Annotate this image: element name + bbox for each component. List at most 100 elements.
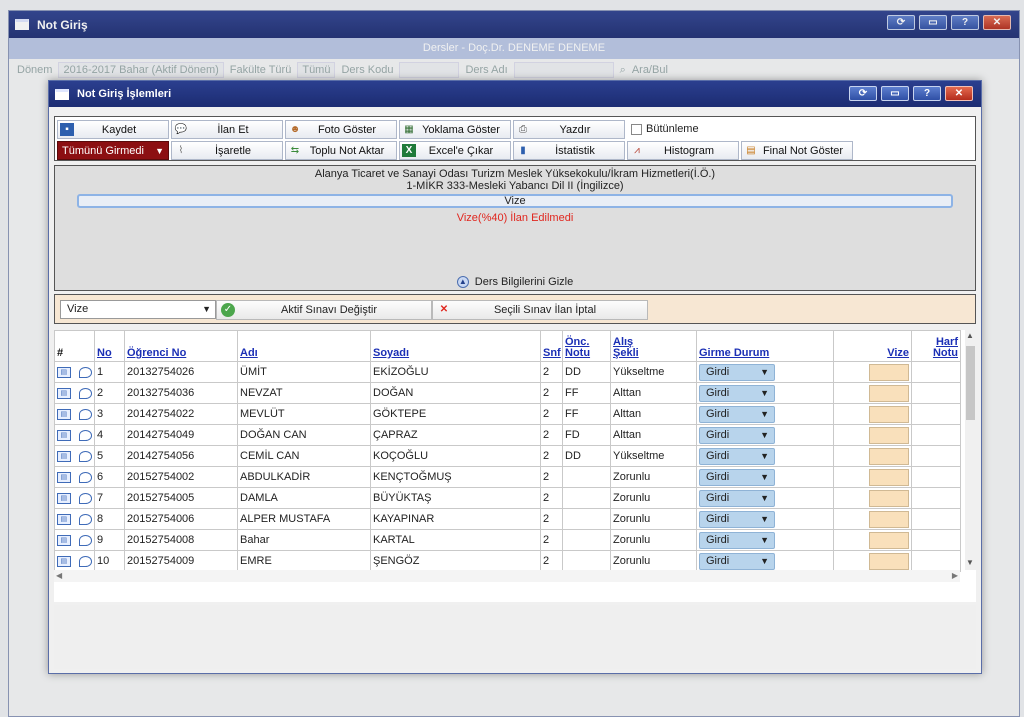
detail-card-icon[interactable]: ▤: [57, 429, 71, 441]
excel-cikar-button[interactable]: X Excel'e Çıkar: [399, 141, 511, 160]
checkbox-box[interactable]: [631, 123, 642, 135]
cell-girme-durum: Girdi ▼: [696, 487, 834, 509]
final-not-goster-button[interactable]: ▤ Final Not Göster: [741, 141, 853, 160]
comment-bubble-icon[interactable]: [78, 471, 92, 483]
exam-select[interactable]: Vize ▼: [60, 300, 216, 319]
cell-harf-notu: [911, 529, 961, 551]
yazdir-button[interactable]: ⎙ Yazdır: [513, 120, 625, 139]
table-row[interactable]: ▤ 9 20152754008 Bahar KARTAL 2 Zorunlu Girdi ▼: [54, 529, 961, 551]
dialog-maximize-button[interactable]: ▭: [881, 86, 909, 101]
butunleme-checkbox[interactable]: Bütünleme: [631, 123, 699, 135]
girme-durum-value: Girdi: [706, 407, 730, 420]
dialog-help-button[interactable]: ?: [913, 86, 941, 101]
vize-input[interactable]: [869, 468, 909, 486]
vize-input[interactable]: [869, 510, 909, 528]
table-row[interactable]: ▤ 10 20152754009 EMRE ŞENGÖZ 2 Zorunlu Girdi ▼: [54, 550, 961, 572]
col-girme-durum[interactable]: Girme Durum: [696, 330, 834, 362]
bar-chart-icon: ▮: [520, 145, 526, 156]
comment-bubble-icon[interactable]: [78, 387, 92, 399]
vize-input[interactable]: [869, 405, 909, 423]
table-row[interactable]: ▤ 5 20142754056 CEMİL CAN KOÇOĞLU 2 DD Yükseltm…: [54, 445, 961, 467]
detail-card-icon[interactable]: ▤: [57, 492, 71, 504]
vertical-scrollbar[interactable]: ▲ ▼: [965, 330, 976, 570]
detail-card-icon[interactable]: ▤: [57, 513, 71, 525]
comment-bubble-icon[interactable]: [78, 534, 92, 546]
table-row[interactable]: ▤ 8 20152754006 ALPER MUSTAFA KAYAPINAR 2 Zoru…: [54, 508, 961, 530]
cell-alis-sekli: Alttan: [610, 424, 697, 446]
document-icon: ▤: [746, 145, 756, 156]
detail-card-icon[interactable]: ▤: [57, 555, 71, 567]
col-onc-notu[interactable]: Önc. Notu: [562, 330, 611, 362]
col-harf-notu[interactable]: Harf Notu: [911, 330, 961, 362]
foto-goster-button[interactable]: ☻ Foto Göster: [285, 120, 397, 139]
col-vize[interactable]: Vize: [833, 330, 912, 362]
scroll-right-icon[interactable]: ▶: [952, 571, 958, 580]
table-row[interactable]: ▤ 2 20132754036 NEVZAT DOĞAN 2 FF Alttan Girdi ▼: [54, 382, 961, 404]
girme-durum-select[interactable]: Girdi ▼: [699, 489, 775, 507]
table-row[interactable]: ▤ 3 20142754022 MEVLÜT GÖKTEPE 2 FF Alttan Girdi…: [54, 403, 961, 425]
cell-girme-durum: Girdi ▼: [696, 529, 834, 551]
chevron-down-icon: ▼: [760, 429, 769, 440]
girme-durum-select[interactable]: Girdi ▼: [699, 405, 775, 423]
comment-bubble-icon[interactable]: [78, 492, 92, 504]
col-snf[interactable]: Snf: [540, 330, 563, 362]
comment-bubble-icon[interactable]: [78, 513, 92, 525]
girme-durum-select[interactable]: Girdi ▼: [699, 468, 775, 486]
detail-card-icon[interactable]: ▤: [57, 450, 71, 462]
detail-card-icon[interactable]: ▤: [57, 408, 71, 420]
vize-input[interactable]: [869, 426, 909, 444]
girme-durum-select[interactable]: Girdi ▼: [699, 510, 775, 528]
scroll-left-icon[interactable]: ◀: [56, 571, 62, 580]
table-row[interactable]: ▤ 1 20132754026 ÜMİT EKİZOĞLU 2 DD Yükseltme Gir…: [54, 361, 961, 383]
vize-input[interactable]: [869, 384, 909, 402]
tumunu-girmedi-select[interactable]: Tümünü Girmedi ▼: [57, 141, 169, 160]
istatistik-button[interactable]: ▮ İstatistik: [513, 141, 625, 160]
detail-card-icon[interactable]: ▤: [57, 534, 71, 546]
comment-bubble-icon[interactable]: [78, 450, 92, 462]
col-ogrenci-no[interactable]: Öğrenci No: [124, 330, 238, 362]
comment-bubble-icon[interactable]: [78, 555, 92, 567]
girme-durum-select[interactable]: Girdi ▼: [699, 426, 775, 444]
row-actions: ▤: [54, 424, 95, 446]
kaydet-button[interactable]: ▪ Kaydet: [57, 120, 169, 139]
cell-harf-notu: [911, 382, 961, 404]
dialog-close-button[interactable]: ✕: [945, 86, 973, 101]
girme-durum-select[interactable]: Girdi ▼: [699, 384, 775, 402]
scroll-down-icon[interactable]: ▼: [966, 558, 974, 567]
table-row[interactable]: ▤ 7 20152754005 DAMLA BÜYÜKTAŞ 2 Zorunlu Girdi ▼: [54, 487, 961, 509]
scroll-thumb[interactable]: [966, 346, 975, 420]
toplu-not-aktar-button[interactable]: ⇆ Toplu Not Aktar: [285, 141, 397, 160]
vize-input[interactable]: [869, 447, 909, 465]
horizontal-scrollbar[interactable]: ◀ ▶: [54, 570, 960, 582]
aktif-sinavi-degistir-button[interactable]: ✓ Aktif Sınavı Değiştir: [216, 300, 432, 320]
vize-input[interactable]: [869, 489, 909, 507]
col-alis-sekli[interactable]: Alış Şekli: [610, 330, 697, 362]
detail-card-icon[interactable]: ▤: [57, 471, 71, 483]
vize-input[interactable]: [869, 363, 909, 381]
isaretle-button[interactable]: ⌇ İşaretle: [171, 141, 283, 160]
table-row[interactable]: ▤ 6 20152754002 ABDULKADİR KENÇTOĞMUŞ 2 Zorunl…: [54, 466, 961, 488]
comment-bubble-icon[interactable]: [78, 429, 92, 441]
vize-input[interactable]: [869, 552, 909, 570]
detail-card-icon[interactable]: ▤: [57, 387, 71, 399]
table-row[interactable]: ▤ 4 20142754049 DOĞAN CAN ÇAPRAZ 2 FD Alttan Gir…: [54, 424, 961, 446]
histogram-button[interactable]: ⩘ Histogram: [627, 141, 739, 160]
vize-input[interactable]: [869, 531, 909, 549]
cell-snf: 2: [540, 529, 563, 551]
col-soyadi[interactable]: Soyadı: [370, 330, 541, 362]
col-no[interactable]: No: [94, 330, 125, 362]
girme-durum-select[interactable]: Girdi ▼: [699, 447, 775, 465]
ilan-et-button[interactable]: 💬 İlan Et: [171, 120, 283, 139]
comment-bubble-icon[interactable]: [78, 366, 92, 378]
girme-durum-select[interactable]: Girdi ▼: [699, 363, 775, 381]
girme-durum-select[interactable]: Girdi ▼: [699, 552, 775, 570]
girme-durum-select[interactable]: Girdi ▼: [699, 531, 775, 549]
hide-course-info-toggle[interactable]: ▲ Ders Bilgilerini Gizle: [55, 276, 975, 288]
secili-sinav-ilan-iptal-button[interactable]: ✕ Seçili Sınav İlan İptal: [432, 300, 648, 320]
col-adi[interactable]: Adı: [237, 330, 371, 362]
detail-card-icon[interactable]: ▤: [57, 366, 71, 378]
dialog-refresh-button[interactable]: ⟳: [849, 86, 877, 101]
yoklama-goster-button[interactable]: ▦ Yoklama Göster: [399, 120, 511, 139]
comment-bubble-icon[interactable]: [78, 408, 92, 420]
scroll-up-icon[interactable]: ▲: [966, 331, 974, 340]
